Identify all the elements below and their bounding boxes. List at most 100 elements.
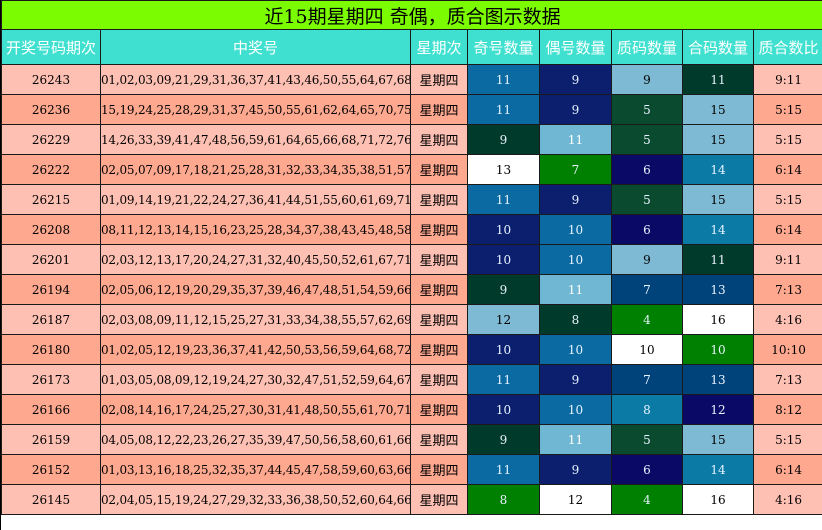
header-period: 开奖号码期次 (1, 29, 101, 65)
numbers-cell: 01,02,05,12,19,23,36,37,41,42,50,53,56,5… (100, 334, 411, 365)
numbers-cell: 02,08,14,16,17,24,25,27,30,31,41,48,50,5… (100, 394, 411, 425)
table-row: 26173 01,03,05,08,09,12,19,24,27,30,32,47… (1, 364, 822, 395)
composite-count-cell: 12 (682, 394, 754, 425)
weekday-cell: 星期四 (410, 214, 468, 245)
ratio-cell: 5:15 (752, 94, 822, 125)
table-row: 26243 01,02,03,09,21,29,31,36,37,41,43,46… (1, 64, 822, 95)
ratio-cell: 7:13 (752, 274, 822, 305)
weekday-cell: 星期四 (410, 364, 468, 395)
table-row: 26152 01,03,13,16,18,25,32,35,37,44,45,47… (1, 454, 822, 485)
composite-count-cell: 16 (682, 304, 754, 335)
even-count-cell: 10 (539, 244, 612, 275)
table-row: 26159 04,05,08,12,22,23,26,27,35,39,47,50… (1, 424, 822, 455)
even-count-cell: 9 (539, 454, 612, 485)
period-cell: 26187 (1, 304, 101, 335)
table-row: 26236 15,19,24,25,28,29,31,37,45,50,55,61… (1, 94, 822, 125)
header-weekday: 星期次 (410, 29, 468, 65)
table-row: 26222 02,05,07,09,17,18,21,25,28,31,32,33… (1, 154, 822, 185)
period-cell: 26194 (1, 274, 101, 305)
header-numbers: 中奖号 (100, 29, 411, 65)
even-count-cell: 10 (539, 334, 612, 365)
weekday-cell: 星期四 (410, 424, 468, 455)
table-row: 26180 01,02,05,12,19,23,36,37,41,42,50,53… (1, 334, 822, 365)
prime-count-cell: 8 (611, 394, 683, 425)
header-odd: 奇号数量 (467, 29, 540, 65)
numbers-cell: 01,09,14,19,21,22,24,27,36,41,44,51,55,6… (100, 184, 411, 215)
ratio-cell: 9:11 (752, 64, 822, 95)
numbers-cell: 02,05,07,09,17,18,21,25,28,31,32,33,34,3… (100, 154, 411, 185)
weekday-cell: 星期四 (410, 154, 468, 185)
even-count-cell: 9 (539, 364, 612, 395)
ratio-cell: 6:14 (752, 214, 822, 245)
odd-count-cell: 10 (467, 244, 540, 275)
weekday-cell: 星期四 (410, 454, 468, 485)
weekday-cell: 星期四 (410, 94, 468, 125)
table-row: 26208 08,11,12,13,14,15,16,23,25,28,34,37… (1, 214, 822, 245)
period-cell: 26222 (1, 154, 101, 185)
prime-count-cell: 5 (611, 94, 683, 125)
odd-count-cell: 9 (467, 124, 540, 155)
weekday-cell: 星期四 (410, 64, 468, 95)
period-cell: 26236 (1, 94, 101, 125)
header-prime: 质码数量 (611, 29, 683, 65)
prime-count-cell: 9 (611, 64, 683, 95)
prime-count-cell: 4 (611, 304, 683, 335)
table-row: 26201 02,03,12,13,17,20,24,27,31,32,40,45… (1, 244, 822, 275)
ratio-cell: 5:15 (752, 424, 822, 455)
period-cell: 26152 (1, 454, 101, 485)
prime-count-cell: 5 (611, 124, 683, 155)
period-cell: 26208 (1, 214, 101, 245)
weekday-cell: 星期四 (410, 394, 468, 425)
ratio-cell: 8:12 (752, 394, 822, 425)
period-cell: 26201 (1, 244, 101, 275)
weekday-cell: 星期四 (410, 184, 468, 215)
ratio-cell: 6:14 (752, 154, 822, 185)
period-cell: 26166 (1, 394, 101, 425)
page-title: 近15期星期四 奇偶，质合图示数据 (0, 0, 822, 30)
table-row: 26194 02,05,06,12,19,20,29,35,37,39,46,47… (1, 274, 822, 305)
composite-count-cell: 10 (682, 334, 754, 365)
numbers-cell: 02,03,08,09,11,12,15,25,27,31,33,34,38,5… (100, 304, 411, 335)
odd-count-cell: 10 (467, 394, 540, 425)
prime-count-cell: 6 (611, 454, 683, 485)
header-composite: 合码数量 (682, 29, 754, 65)
weekday-cell: 星期四 (410, 244, 468, 275)
even-count-cell: 9 (539, 64, 612, 95)
composite-count-cell: 13 (682, 364, 754, 395)
header-even: 偶号数量 (539, 29, 612, 65)
prime-count-cell: 10 (611, 334, 683, 365)
table-row: 26229 14,26,33,39,41,47,48,56,59,61,64,65… (1, 124, 822, 155)
period-cell: 26229 (1, 124, 101, 155)
header-ratio: 质合数比 (752, 29, 822, 65)
stats-page: 近15期星期四 奇偶，质合图示数据 开奖号码期次 中奖号 星期次 奇号数量 偶号… (0, 0, 822, 530)
period-cell: 26215 (1, 184, 101, 215)
odd-count-cell: 11 (467, 364, 540, 395)
weekday-cell: 星期四 (410, 274, 468, 305)
ratio-cell: 5:15 (752, 124, 822, 155)
odd-count-cell: 13 (467, 154, 540, 185)
odd-count-cell: 11 (467, 64, 540, 95)
odd-count-cell: 11 (467, 454, 540, 485)
numbers-cell: 02,04,05,15,19,24,27,29,32,33,36,38,50,5… (100, 484, 411, 515)
even-count-cell: 7 (539, 154, 612, 185)
numbers-cell: 04,05,08,12,22,23,26,27,35,39,47,50,56,5… (100, 424, 411, 455)
odd-count-cell: 10 (467, 334, 540, 365)
period-cell: 26173 (1, 364, 101, 395)
composite-count-cell: 15 (682, 124, 754, 155)
weekday-cell: 星期四 (410, 124, 468, 155)
composite-count-cell: 11 (682, 64, 754, 95)
prime-count-cell: 5 (611, 184, 683, 215)
even-count-cell: 11 (539, 274, 612, 305)
even-count-cell: 11 (539, 124, 612, 155)
numbers-cell: 08,11,12,13,14,15,16,23,25,28,34,37,38,4… (100, 214, 411, 245)
odd-count-cell: 12 (467, 304, 540, 335)
ratio-cell: 4:16 (752, 484, 822, 515)
composite-count-cell: 13 (682, 274, 754, 305)
table-row: 26166 02,08,14,16,17,24,25,27,30,31,41,48… (1, 394, 822, 425)
odd-count-cell: 9 (467, 274, 540, 305)
weekday-cell: 星期四 (410, 304, 468, 335)
stats-table: 近15期星期四 奇偶，质合图示数据 开奖号码期次 中奖号 星期次 奇号数量 偶号… (0, 0, 822, 515)
period-cell: 26145 (1, 484, 101, 515)
header-row: 开奖号码期次 中奖号 星期次 奇号数量 偶号数量 质码数量 合码数量 质合数比 (1, 29, 822, 65)
odd-count-cell: 9 (467, 424, 540, 455)
